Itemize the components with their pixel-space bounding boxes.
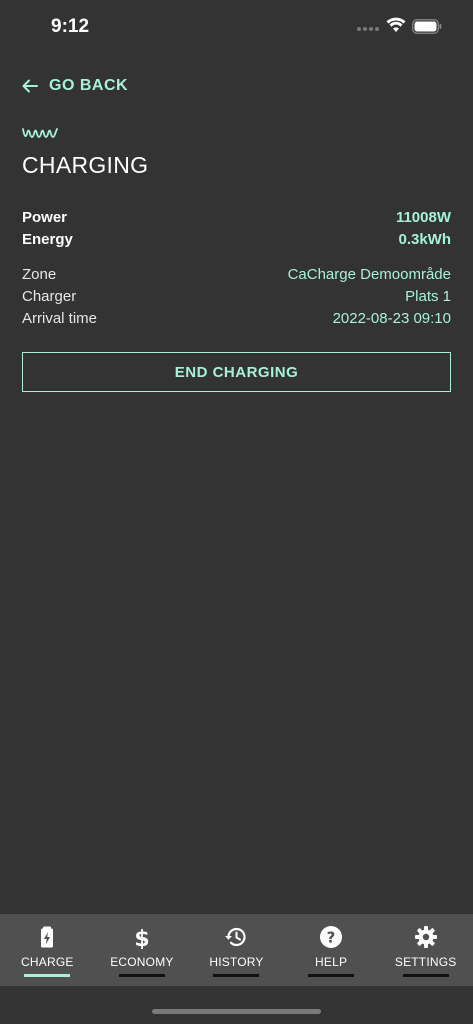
- tab-help[interactable]: ? HELP: [284, 914, 379, 986]
- dollar-icon: $: [134, 927, 149, 949]
- bottom-safe-area: [0, 986, 473, 1024]
- tab-charge[interactable]: CHARGE: [0, 914, 95, 986]
- go-back-label: GO BACK: [49, 77, 129, 94]
- zone-row: Zone CaCharge Demoområde: [22, 263, 451, 285]
- tab-economy[interactable]: $ ECONOMY: [95, 914, 190, 986]
- power-row: Power 11008W: [22, 206, 451, 228]
- arrival-time-value: 2022-08-23 09:10: [332, 309, 451, 327]
- cellular-signal-icon: [357, 27, 379, 31]
- tab-history[interactable]: HISTORY: [189, 914, 284, 986]
- gear-icon: [414, 926, 437, 948]
- charging-wave-icon: [22, 128, 58, 138]
- battery-icon: [412, 19, 442, 34]
- charger-row: Charger Plats 1: [22, 285, 451, 307]
- zone-label: Zone: [22, 265, 57, 283]
- go-back-button[interactable]: GO BACK: [22, 74, 128, 98]
- tab-history-label: HISTORY: [209, 955, 264, 969]
- wifi-icon: [386, 17, 406, 32]
- zone-value: CaCharge Demoområde: [287, 265, 451, 283]
- end-charging-button[interactable]: END CHARGING: [22, 352, 451, 392]
- energy-label: Energy: [22, 230, 73, 248]
- energy-row: Energy 0.3kWh: [22, 228, 451, 250]
- home-indicator[interactable]: [152, 1009, 321, 1014]
- tab-help-indicator: [308, 974, 355, 977]
- svg-text:?: ?: [327, 929, 336, 947]
- arrow-left-icon: [22, 79, 38, 93]
- power-label: Power: [22, 208, 68, 226]
- svg-text:$: $: [134, 927, 149, 949]
- charger-value: Plats 1: [405, 287, 451, 305]
- page-title: CHARGING: [22, 152, 149, 178]
- status-bar: 9:12: [0, 0, 473, 54]
- arrival-time-label: Arrival time: [22, 309, 98, 327]
- tab-economy-indicator: [118, 974, 165, 977]
- tab-economy-label: ECONOMY: [110, 955, 174, 969]
- power-value: 11008W: [395, 208, 451, 226]
- tab-history-indicator: [213, 974, 260, 977]
- battery-charging-icon: [41, 926, 54, 948]
- tab-settings-label: SETTINGS: [394, 955, 457, 969]
- tab-settings[interactable]: SETTINGS: [378, 914, 473, 986]
- tab-bar: CHARGE $ ECONOMY HISTORY ? HELP SETTINGS: [0, 914, 473, 986]
- status-time: 9:12: [51, 16, 90, 37]
- help-icon: ?: [320, 926, 343, 948]
- tab-charge-indicator: [24, 974, 71, 977]
- tab-settings-indicator: [402, 974, 449, 977]
- tab-help-label: HELP: [315, 955, 348, 969]
- tab-charge-label: CHARGE: [21, 955, 74, 969]
- charger-label: Charger: [22, 287, 77, 305]
- arrival-time-row: Arrival time 2022-08-23 09:10: [22, 307, 451, 329]
- energy-value: 0.3kWh: [398, 230, 451, 248]
- history-icon: [225, 927, 247, 947]
- charging-screen: 9:12 GO BACK CHARGING Power 11008W Energ…: [0, 0, 473, 1024]
